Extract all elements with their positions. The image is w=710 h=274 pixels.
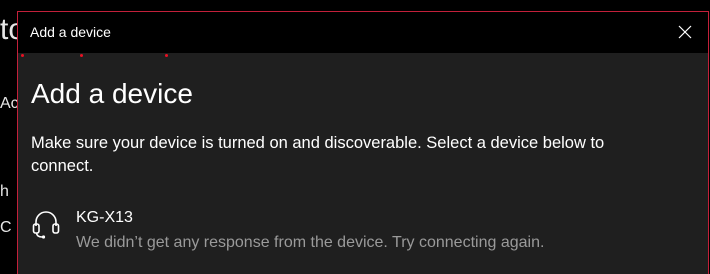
device-name: KG-X13 xyxy=(76,209,133,226)
dialog-description: Make sure your device is turned on and d… xyxy=(31,134,605,175)
device-list-item[interactable]: KG-X13 We didn’t get any response from t… xyxy=(18,202,708,262)
background-window-title: to xyxy=(0,13,17,46)
add-device-dialog: Add a device Add a device Make sure your… xyxy=(17,11,709,274)
dialog-heading: Add a device xyxy=(31,78,193,109)
dialog-title-bar[interactable]: Add a device xyxy=(18,12,708,53)
background-window-text: h xyxy=(0,183,9,200)
headset-icon xyxy=(32,211,60,239)
screen: to Ac h C Add a device Add a device Make… xyxy=(0,0,710,274)
progress-dot xyxy=(21,54,24,57)
progress-dot xyxy=(165,54,168,57)
progress-dot xyxy=(80,54,83,57)
scanning-progress-indicator xyxy=(18,53,708,59)
background-window-text: Ac xyxy=(0,95,17,112)
close-button[interactable] xyxy=(662,12,708,53)
close-icon xyxy=(678,25,692,39)
device-status: We didn’t get any response from the devi… xyxy=(76,234,545,251)
background-window-text: C xyxy=(0,219,12,236)
dialog-title: Add a device xyxy=(30,24,111,40)
